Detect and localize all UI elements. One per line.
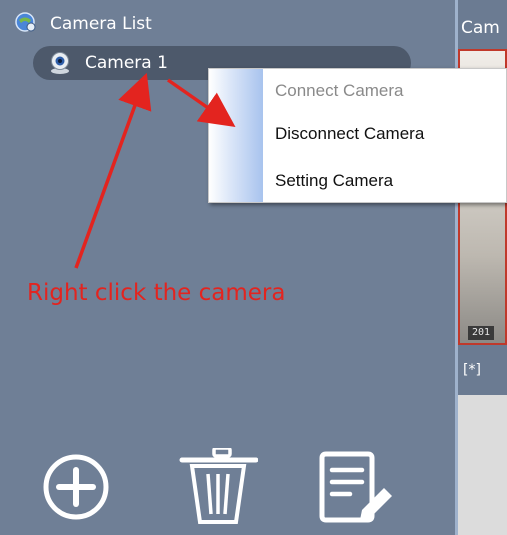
camera-view-empty-area [458, 395, 507, 535]
camera-list-label: Camera List [50, 14, 152, 34]
camera-app: Camera List Camera 1 Right click the cam… [0, 0, 507, 535]
edit-note-icon [319, 451, 392, 523]
context-menu-gutter [209, 69, 263, 202]
webcam-icon [49, 51, 71, 75]
menu-item-connect-camera: Connect Camera [275, 81, 404, 100]
menu-item-disconnect-camera[interactable]: Disconnect Camera [275, 124, 424, 144]
edit-camera-button[interactable] [316, 448, 396, 526]
menu-item-setting-camera[interactable]: Setting Camera [275, 171, 393, 191]
preview-label: 201 [468, 326, 494, 340]
annotation-text: Right click the camera [27, 280, 286, 306]
delete-camera-button[interactable] [178, 446, 259, 526]
camera-node-label: Camera 1 [85, 53, 168, 73]
add-camera-button[interactable] [40, 448, 120, 526]
camera-context-menu: Connect Camera Disconnect Camera Setting… [208, 68, 507, 203]
camera-list-icon [14, 10, 38, 38]
camera-view-tag: [*] [463, 362, 481, 378]
camera-list-root[interactable]: Camera List [14, 12, 152, 36]
camera-view-title: Cam [461, 18, 500, 38]
trash-icon [179, 446, 259, 524]
plus-circle-icon [43, 454, 109, 520]
